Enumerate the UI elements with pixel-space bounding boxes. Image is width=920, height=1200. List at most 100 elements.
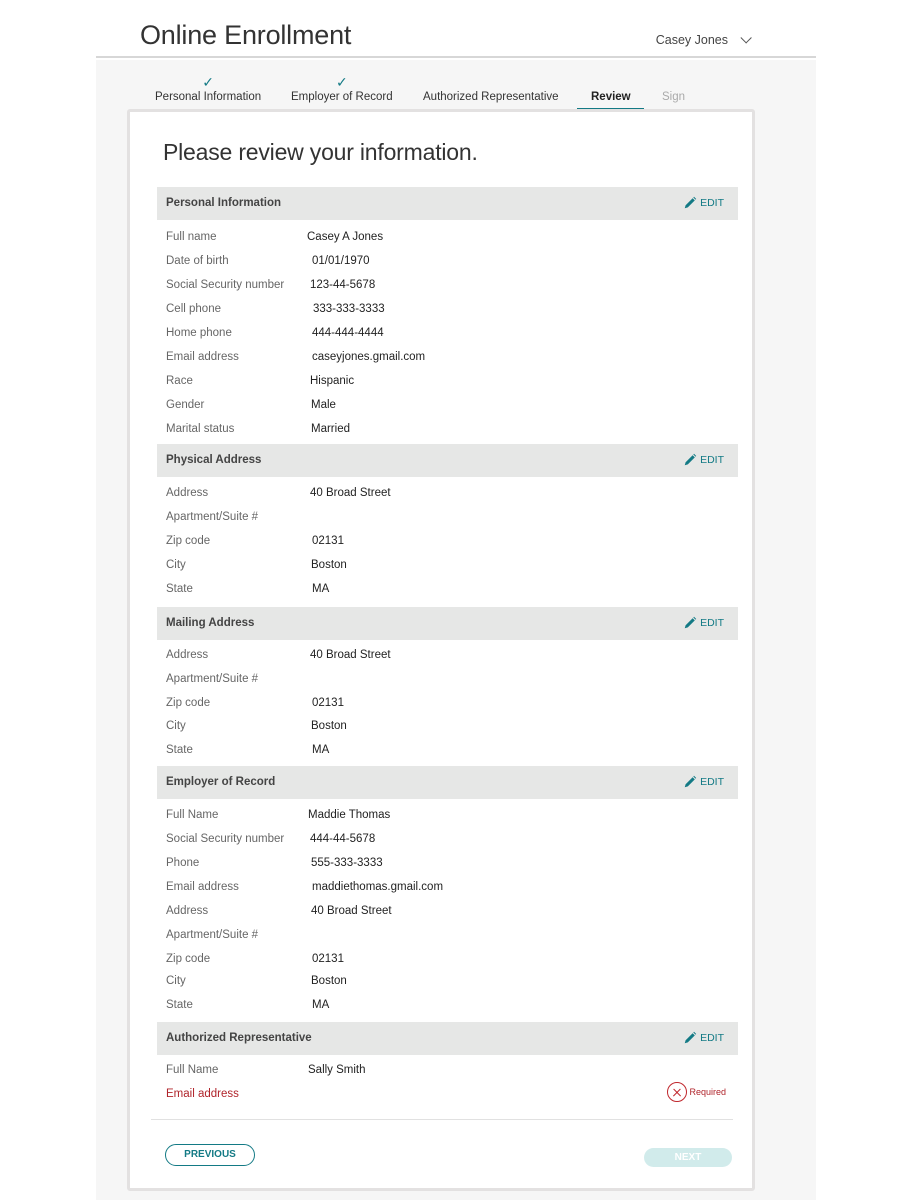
row-state: State MA <box>166 744 726 768</box>
field-label: Apartment/Suite # <box>166 929 259 941</box>
pencil-icon <box>684 453 697 466</box>
field-label: Full Name <box>166 809 219 821</box>
row-apartment-suite: Apartment/Suite # <box>166 673 726 697</box>
chevron-down-icon <box>740 32 752 44</box>
section-header-authorized-representative: Authorized Representative EDIT <box>157 1022 738 1055</box>
field-label: Date of birth <box>166 255 229 267</box>
field-value: 02131 <box>312 953 344 965</box>
field-label: Email address <box>166 881 239 893</box>
field-value: 333-333-3333 <box>313 303 385 315</box>
step-review[interactable]: Review <box>591 91 631 103</box>
field-value: MA <box>312 999 330 1011</box>
row-city: City Boston <box>166 975 726 999</box>
field-label: Home phone <box>166 327 232 339</box>
row-city: City Boston <box>166 559 726 583</box>
row-state: State MA <box>166 583 726 607</box>
field-value: 02131 <box>312 697 344 709</box>
edit-mailing-address-button[interactable]: EDIT <box>683 616 724 630</box>
review-title: Please review your information. <box>163 139 478 165</box>
field-label: Gender <box>166 399 205 411</box>
field-label: Full Name <box>166 1064 219 1076</box>
field-value: Hispanic <box>310 375 355 387</box>
field-value: 555-333-3333 <box>311 857 383 869</box>
row-date-of-birth: Date of birth 01/01/1970 <box>166 255 726 279</box>
edit-authorized-representative-button[interactable]: EDIT <box>683 1031 724 1045</box>
edit-personal-information-button[interactable]: EDIT <box>683 196 724 210</box>
app-header: Online Enrollment Casey Jones <box>96 0 816 58</box>
field-label: Address <box>166 905 209 917</box>
field-value: 02131 <box>312 535 344 547</box>
field-value: maddiethomas.gmail.com <box>312 881 444 893</box>
field-label: Email address <box>166 351 239 363</box>
row-address: Address 40 Broad Street <box>166 487 726 511</box>
row-apartment-suite: Apartment/Suite # <box>166 511 726 535</box>
field-value: Sally Smith <box>308 1064 366 1076</box>
pencil-icon <box>684 1031 697 1044</box>
field-value: Casey A Jones <box>307 231 384 243</box>
row-ssn: Social Security number 123-44-5678 <box>166 279 726 303</box>
section-header-personal-information: Personal Information EDIT <box>157 187 738 220</box>
field-label: City <box>166 720 186 732</box>
row-gender: Gender Male <box>166 399 726 423</box>
field-label: Race <box>166 375 193 387</box>
field-label: State <box>166 744 193 756</box>
row-full-name: Full Name Sally Smith <box>166 1064 726 1088</box>
field-value: Boston <box>311 975 347 987</box>
row-full-name: Full name Casey A Jones <box>166 231 726 255</box>
previous-button[interactable]: PREVIOUS <box>165 1144 255 1166</box>
user-menu[interactable]: Casey Jones <box>655 32 752 47</box>
field-label: Phone <box>166 857 200 869</box>
section-header-mailing-address: Mailing Address EDIT <box>157 607 738 640</box>
required-error: Required <box>667 1082 726 1102</box>
field-value: MA <box>312 744 330 756</box>
row-cell-phone: Cell phone 333-333-3333 <box>166 303 726 327</box>
field-value: 123-44-5678 <box>310 279 376 291</box>
field-label: Zip code <box>166 697 211 709</box>
step-employer-of-record[interactable]: ✓ Employer of Record <box>291 75 393 103</box>
field-label: Email address <box>166 1088 239 1100</box>
footer-divider <box>151 1119 733 1120</box>
field-value: caseyjones.gmail.com <box>312 351 426 363</box>
step-authorized-representative[interactable]: Authorized Representative <box>423 91 559 103</box>
check-icon: ✓ <box>335 74 348 90</box>
field-value: MA <box>312 583 330 595</box>
required-error-text: Required <box>689 1087 726 1097</box>
field-label: State <box>166 583 193 595</box>
field-label: Cell phone <box>166 303 221 315</box>
row-full-name: Full Name Maddie Thomas <box>166 809 726 833</box>
field-label: Marital status <box>166 423 235 435</box>
field-label: Zip code <box>166 535 211 547</box>
row-zip-code: Zip code 02131 <box>166 535 726 559</box>
section-header-employer-of-record: Employer of Record EDIT <box>157 766 738 799</box>
row-city: City Boston <box>166 720 726 744</box>
row-email-address-error: Email address Required <box>166 1082 726 1112</box>
step-personal-information[interactable]: ✓ Personal Information <box>155 75 261 103</box>
row-home-phone: Home phone 444-444-4444 <box>166 327 726 351</box>
field-label: Full name <box>166 231 217 243</box>
row-zip-code: Zip code 02131 <box>166 953 726 977</box>
row-address: Address 40 Broad Street <box>166 649 726 673</box>
field-label: Address <box>166 649 209 661</box>
field-value: Maddie Thomas <box>308 809 391 821</box>
page-background: ✓ Personal Information ✓ Employer of Rec… <box>96 60 816 1200</box>
row-email-address: Email address caseyjones.gmail.com <box>166 351 726 375</box>
edit-employer-of-record-button[interactable]: EDIT <box>683 775 724 789</box>
field-value: 444-444-4444 <box>312 327 384 339</box>
field-value: 40 Broad Street <box>311 905 392 917</box>
row-race: Race Hispanic <box>166 375 726 399</box>
field-value: Male <box>311 399 336 411</box>
pencil-icon <box>684 775 697 788</box>
user-name: Casey Jones <box>655 33 728 47</box>
field-label: Apartment/Suite # <box>166 511 259 523</box>
edit-physical-address-button[interactable]: EDIT <box>683 453 724 467</box>
review-card: Please review your information. Personal… <box>127 109 755 1191</box>
row-state: State MA <box>166 999 726 1023</box>
check-icon: ✓ <box>202 74 214 90</box>
field-label: Social Security number <box>166 833 285 845</box>
row-apartment-suite: Apartment/Suite # <box>166 929 726 953</box>
field-label: Apartment/Suite # <box>166 673 259 685</box>
step-sign[interactable]: Sign <box>662 91 685 103</box>
next-button[interactable]: NEXT <box>644 1148 732 1167</box>
progress-steps: ✓ Personal Information ✓ Employer of Rec… <box>96 60 816 112</box>
field-label: City <box>166 975 186 987</box>
